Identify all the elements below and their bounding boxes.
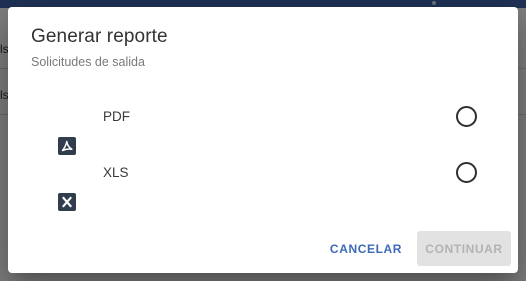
option-xls[interactable]: XLS: [8, 153, 518, 211]
excel-file-icon: [58, 193, 76, 211]
option-pdf-radio[interactable]: [456, 106, 477, 127]
dialog-title: Generar reporte: [31, 26, 168, 47]
continue-button[interactable]: CONTINUAR: [417, 231, 511, 266]
option-xls-radio[interactable]: [456, 162, 477, 183]
generate-report-dialog: Generar reporte Solicitudes de salida PD…: [8, 7, 518, 273]
cancel-button[interactable]: CANCELAR: [326, 234, 406, 264]
option-pdf-label: PDF: [103, 109, 130, 124]
option-xls-label: XLS: [103, 165, 129, 180]
option-pdf[interactable]: PDF: [8, 97, 518, 155]
dialog-subtitle: Solicitudes de salida: [31, 55, 145, 69]
